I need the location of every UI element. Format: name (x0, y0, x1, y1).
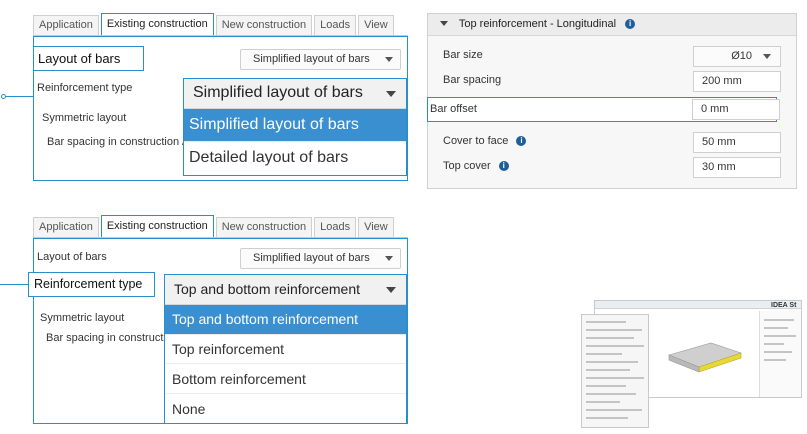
connector-line-1 (5, 96, 33, 97)
slab-3d-graphic (668, 342, 742, 373)
reinforcement-option-top[interactable]: Top reinforcement (165, 334, 406, 363)
tab-existing-construction[interactable]: Existing construction (100, 13, 214, 35)
thumb-right-panel (759, 311, 801, 397)
tab-application[interactable]: Application (33, 15, 99, 35)
bar-spacing-label-rp: Bar spacing (443, 74, 502, 86)
tab-bar-2: Application Existing construction New co… (33, 215, 408, 238)
layout-of-bars-value: Simplified layout of bars (253, 53, 370, 65)
tab-new-construction[interactable]: New construction (215, 217, 313, 237)
reinforcement-type-dropdown[interactable]: Top and bottom reinforcement Top and bot… (164, 274, 407, 424)
chevron-down-icon (386, 287, 396, 293)
top-cover-label: Top cover i (443, 160, 509, 172)
tab-view[interactable]: View (358, 217, 394, 237)
layout-of-bars-value-2: Simplified layout of bars (253, 252, 370, 264)
bar-offset-input[interactable]: 0 mm (692, 99, 780, 120)
chevron-down-icon (385, 57, 393, 62)
bar-spacing-input[interactable]: 200 mm (693, 71, 781, 92)
reinforcement-dropdown-selected: Top and bottom reinforcement (174, 281, 360, 297)
layout-of-bars-select-2[interactable]: Simplified layout of bars (240, 248, 401, 269)
chevron-down-icon (385, 256, 393, 261)
tab-new-construction[interactable]: New construction (215, 15, 313, 35)
cover-to-face-text: Cover to face (443, 135, 509, 147)
layout-dropdown-header[interactable]: Simplified layout of bars (184, 79, 406, 109)
reinforcement-dropdown-header[interactable]: Top and bottom reinforcement (165, 275, 406, 305)
top-cover-text: Top cover (443, 160, 491, 172)
layout-dropdown[interactable]: Simplified layout of bars Simplified lay… (183, 78, 407, 176)
layout-option-detailed[interactable]: Detailed layout of bars (184, 141, 406, 175)
top-cover-input[interactable]: 30 mm (693, 157, 781, 178)
symmetric-layout-label: Symmetric layout (42, 112, 127, 124)
info-icon[interactable]: i (498, 161, 509, 171)
info-icon[interactable]: i (625, 19, 636, 29)
bar-spacing-label: Bar spacing in construction / (47, 136, 185, 148)
bar-offset-row: Bar offset 0 mm (427, 97, 780, 122)
layout-of-bars-select[interactable]: Simplified layout of bars (240, 49, 401, 70)
reinforcement-option-bottom[interactable]: Bottom reinforcement (165, 363, 406, 393)
chevron-down-icon (763, 54, 771, 59)
tab-bar-1: Application Existing construction New co… (33, 13, 408, 36)
reinforcement-type-label: Reinforcement type (37, 82, 133, 94)
bar-size-value: Ø10 (731, 50, 752, 62)
bar-size-select[interactable]: Ø10 (693, 46, 781, 67)
reinforcement-panel-header[interactable]: Top reinforcement - Longitudinal i (428, 14, 796, 36)
connector-line-2 (0, 284, 28, 285)
tab-view[interactable]: View (358, 15, 394, 35)
reinforcement-panel-title: Top reinforcement - Longitudinal (458, 18, 617, 30)
cover-to-face-label: Cover to face i (443, 135, 527, 147)
tab-loads[interactable]: Loads (314, 217, 357, 237)
collapse-arrow-icon[interactable] (440, 21, 448, 26)
tab-loads[interactable]: Loads (314, 15, 357, 35)
tab-application[interactable]: Application (33, 217, 99, 237)
reinforcement-option-top-bottom[interactable]: Top and bottom reinforcement (165, 305, 406, 334)
layout-dropdown-selected: Simplified layout of bars (193, 84, 363, 101)
layout-of-bars-label: Layout of bars (33, 46, 144, 71)
reinforcement-type-label-2: Reinforcement type (28, 272, 155, 297)
symmetric-layout-label-2: Symmetric layout (40, 312, 125, 324)
thumb-left-panel (581, 314, 649, 428)
cover-to-face-input[interactable]: 50 mm (693, 132, 781, 153)
info-icon[interactable]: i (516, 136, 527, 146)
thumb-brand: IDEA St (771, 302, 797, 309)
bar-offset-label: Bar offset (430, 103, 477, 115)
connector-dot-1 (1, 94, 6, 99)
layout-option-simplified[interactable]: Simplified layout of bars (184, 109, 406, 141)
layout-of-bars-label-2: Layout of bars (37, 251, 107, 263)
reinforcement-option-none[interactable]: None (165, 393, 406, 423)
bar-spacing-label-2: Bar spacing in constructio (46, 332, 167, 344)
chevron-down-icon (386, 91, 396, 97)
bar-size-label: Bar size (443, 49, 483, 61)
tab-existing-construction[interactable]: Existing construction (100, 215, 214, 237)
